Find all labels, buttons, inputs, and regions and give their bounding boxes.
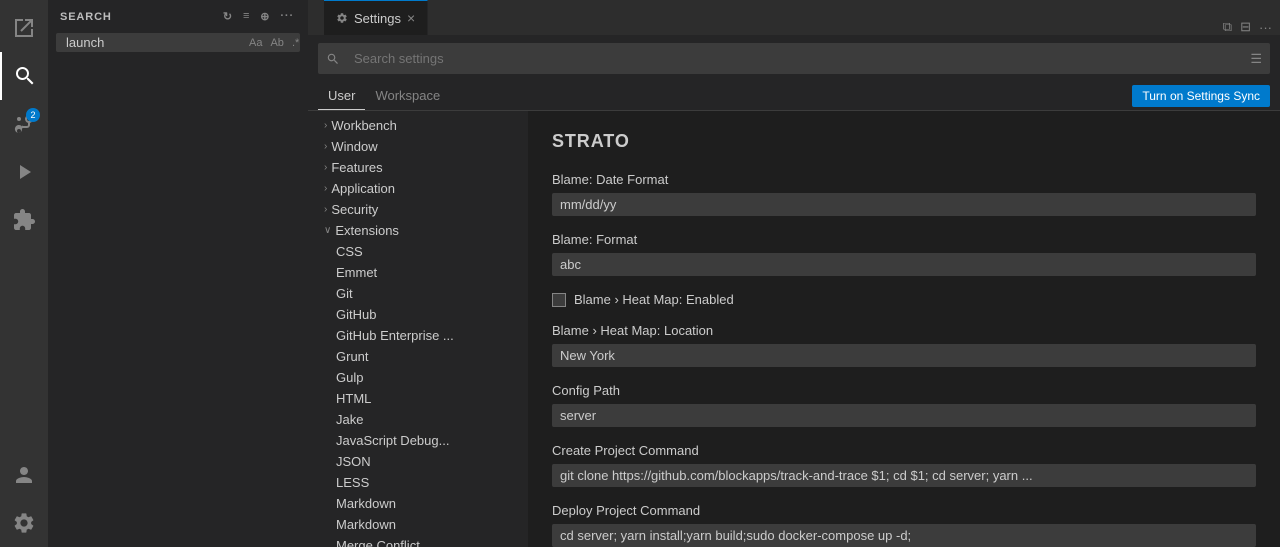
search-input[interactable] (66, 35, 242, 50)
sync-button[interactable]: Turn on Settings Sync (1132, 85, 1270, 107)
match-word-btn[interactable]: Ab (267, 36, 286, 50)
setting-label-config-path: Config Path (552, 383, 1256, 398)
settings-tab[interactable]: Settings × (324, 0, 428, 35)
setting-input-config-path[interactable] (552, 404, 1256, 427)
sidebar-header: SEARCH ↻ ≡ ⊕ ··· (48, 0, 308, 33)
nav-markdown-1[interactable]: Markdown (308, 493, 528, 514)
settings-tab-label: Settings (354, 11, 401, 26)
top-bar-right (308, 0, 324, 35)
chevron-right-icon: › (324, 183, 327, 194)
settings-tab-close[interactable]: × (407, 11, 415, 25)
setting-label-heatmap-enabled: Blame › Heat Map: Enabled (574, 292, 734, 307)
search-activity-icon[interactable] (0, 52, 48, 100)
setting-input-create-project[interactable] (552, 464, 1256, 487)
settings-main: STRATO Blame: Date Format Blame: Format (528, 111, 1280, 547)
settings-tab-icon (336, 12, 348, 24)
settings-tab-user[interactable]: User (318, 82, 365, 110)
toggle-row-heatmap: Blame › Heat Map: Enabled (552, 292, 1256, 307)
setting-blame-heatmap-enabled: Blame › Heat Map: Enabled (552, 292, 1256, 307)
editor-wrapper: Settings × ⧉ ⊟ ··· ☰ User (308, 0, 1280, 547)
setting-deploy-project: Deploy Project Command (552, 503, 1256, 547)
source-control-icon[interactable]: 2 (0, 100, 48, 148)
settings-search-area: ☰ (308, 35, 1280, 82)
explorer-icon[interactable] (0, 4, 48, 52)
account-icon[interactable] (0, 451, 48, 499)
settings-tabs: User Workspace Turn on Settings Sync (308, 82, 1280, 111)
source-control-badge: 2 (26, 108, 40, 122)
nav-markdown-2[interactable]: Markdown (308, 514, 528, 535)
setting-input-blame-format[interactable] (552, 253, 1256, 276)
nav-less[interactable]: LESS (308, 472, 528, 493)
settings-search-input[interactable] (346, 47, 1244, 70)
settings-tab-workspace[interactable]: Workspace (365, 82, 450, 110)
activity-bar: 2 (0, 0, 48, 547)
nav-features[interactable]: › Features (308, 157, 528, 178)
nav-extensions[interactable]: ∨ Extensions (308, 220, 528, 241)
nav-json[interactable]: JSON (308, 451, 528, 472)
setting-input-heatmap-location[interactable] (552, 344, 1256, 367)
new-file-icon[interactable]: ⊕ (258, 8, 272, 25)
nav-github-enterprise[interactable]: GitHub Enterprise ... (308, 325, 528, 346)
nav-grunt[interactable]: Grunt (308, 346, 528, 367)
chevron-right-icon: › (324, 141, 327, 152)
chevron-right-icon: › (324, 120, 327, 131)
use-regex-btn[interactable]: .* (289, 36, 302, 50)
sidebar: SEARCH ↻ ≡ ⊕ ··· Aa Ab .* ··· (48, 0, 308, 547)
tab-bar: Settings × ⧉ ⊟ ··· (308, 0, 1280, 35)
nav-workbench[interactable]: › Workbench (308, 115, 528, 136)
nav-html[interactable]: HTML (308, 388, 528, 409)
settings-container: ☰ User Workspace Turn on Settings Sync ›… (308, 35, 1280, 547)
more-actions-icon[interactable]: ··· (1259, 20, 1272, 35)
match-case-btn[interactable]: Aa (246, 36, 265, 50)
collapse-icon[interactable]: ≡ (241, 8, 252, 25)
sidebar-header-icons: ↻ ≡ ⊕ ··· (221, 8, 296, 25)
nav-gulp[interactable]: Gulp (308, 367, 528, 388)
settings-gear-icon[interactable] (0, 499, 48, 547)
refresh-icon[interactable]: ↻ (221, 8, 235, 25)
chevron-right-icon: › (324, 204, 327, 215)
nav-merge-conflict[interactable]: Merge Conflict (308, 535, 528, 547)
setting-input-deploy-project[interactable] (552, 524, 1256, 547)
toggle-panel-icon[interactable]: ⊟ (1240, 19, 1251, 35)
chevron-down-icon: ∨ (324, 225, 331, 236)
nav-css[interactable]: CSS (308, 241, 528, 262)
setting-blame-date-format: Blame: Date Format (552, 172, 1256, 216)
nav-application[interactable]: › Application (308, 178, 528, 199)
setting-config-path: Config Path (552, 383, 1256, 427)
settings-search-icon (326, 52, 340, 66)
nav-emmet[interactable]: Emmet (308, 262, 528, 283)
more-icon[interactable]: ··· (278, 8, 296, 25)
heatmap-toggle[interactable] (552, 293, 566, 307)
nav-window[interactable]: › Window (308, 136, 528, 157)
setting-blame-format: Blame: Format (552, 232, 1256, 276)
sidebar-title: SEARCH (60, 11, 112, 23)
search-box: Aa Ab .* ··· (56, 33, 300, 52)
setting-label-heatmap-location: Blame › Heat Map: Location (552, 323, 1256, 338)
nav-security[interactable]: › Security (308, 199, 528, 220)
extensions-icon[interactable] (0, 196, 48, 244)
setting-label-blame-date-format: Blame: Date Format (552, 172, 1256, 187)
setting-label-blame-format: Blame: Format (552, 232, 1256, 247)
run-debug-icon[interactable] (0, 148, 48, 196)
chevron-right-icon: › (324, 162, 327, 173)
settings-body: › Workbench › Window › Features › Applic… (308, 111, 1280, 547)
nav-git[interactable]: Git (308, 283, 528, 304)
split-editor-icon[interactable]: ⧉ (1223, 19, 1232, 35)
nav-github[interactable]: GitHub (308, 304, 528, 325)
settings-filter-icon[interactable]: ☰ (1250, 51, 1262, 67)
setting-blame-heatmap-location: Blame › Heat Map: Location (552, 323, 1256, 367)
settings-nav: › Workbench › Window › Features › Applic… (308, 111, 528, 547)
setting-label-create-project: Create Project Command (552, 443, 1256, 458)
settings-section-title: STRATO (552, 131, 1256, 152)
setting-label-deploy-project: Deploy Project Command (552, 503, 1256, 518)
nav-js-debug[interactable]: JavaScript Debug... (308, 430, 528, 451)
setting-create-project: Create Project Command (552, 443, 1256, 487)
setting-input-blame-date-format[interactable] (552, 193, 1256, 216)
nav-jake[interactable]: Jake (308, 409, 528, 430)
